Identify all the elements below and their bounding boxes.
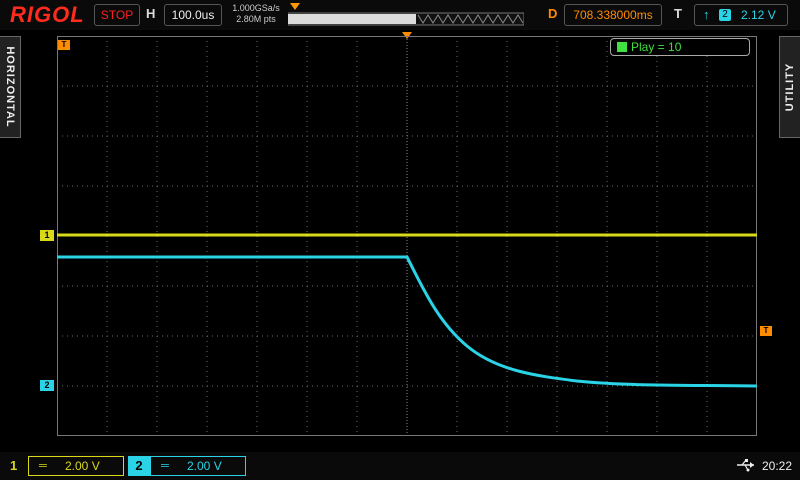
top-status-bar: RIGOL STOP H 100.0us 1.000GSa/s 2.80M pt… <box>0 0 800 30</box>
trigger-level-marker[interactable]: T <box>760 326 772 336</box>
memory-overview-bar[interactable] <box>287 3 525 27</box>
horizontal-menu-tab[interactable]: HORIZONTAL <box>0 36 21 138</box>
channel-2-number: 2 <box>128 456 150 476</box>
horizontal-label: H <box>146 6 156 21</box>
delay-value[interactable]: 708.338000ms <box>564 4 662 26</box>
run-stop-status[interactable]: STOP <box>94 4 140 26</box>
trigger-source-badge: 2 <box>719 9 731 21</box>
delay-label: D <box>548 6 558 21</box>
channel-1-number: 1 <box>10 458 18 473</box>
utility-menu-tab[interactable]: UTILITY <box>779 36 800 138</box>
trigger-position-marker-icon <box>290 3 300 10</box>
brand-logo: RIGOL <box>10 2 85 27</box>
trigger-level: 2.12 V <box>741 8 776 22</box>
trigger-marker-top: T <box>58 40 70 50</box>
ch1-offset-marker[interactable]: 1 <box>40 230 54 241</box>
usb-icon <box>737 459 754 472</box>
channel-1-box: ═ 2.00 V <box>28 456 124 476</box>
channel-2-box: ═ 2.00 V <box>150 456 246 476</box>
clock: 20:22 <box>762 459 793 473</box>
dc-coupling-icon: ═ <box>161 460 169 472</box>
ch2-offset-marker[interactable]: 2 <box>40 380 54 391</box>
sample-rate: 1.000GSa/s <box>232 3 280 13</box>
timebase-value[interactable]: 100.0us <box>164 4 222 26</box>
utility-tab-label: UTILITY <box>784 62 796 112</box>
trigger-label: T <box>674 6 682 21</box>
channel-2-settings[interactable]: 2 ═ 2.00 V <box>128 456 246 476</box>
channel-1-scale: 2.00 V <box>65 459 100 473</box>
rising-edge-icon: ↑ <box>703 7 710 22</box>
trigger-settings[interactable]: ↑ 2 2.12 V <box>694 4 788 26</box>
channel-1-settings[interactable]: 1 ═ 2.00 V <box>6 456 124 476</box>
playback-status: Play = 10 <box>610 38 750 56</box>
memory-waveform-overview <box>287 12 525 26</box>
horizontal-tab-label: HORIZONTAL <box>4 46 16 128</box>
playback-text: Play = 10 <box>631 40 682 54</box>
dc-coupling-icon: ═ <box>39 460 47 472</box>
memory-depth: 2.80M pts <box>236 14 276 24</box>
acquisition-info: 1.000GSa/s 2.80M pts <box>228 3 284 25</box>
channel-2-scale: 2.00 V <box>187 459 222 473</box>
bottom-status-bar: 1 ═ 2.00 V 2 ═ 2.00 V 20:22 <box>0 452 800 480</box>
play-indicator-icon <box>617 42 627 52</box>
waveform-display[interactable] <box>57 36 757 436</box>
